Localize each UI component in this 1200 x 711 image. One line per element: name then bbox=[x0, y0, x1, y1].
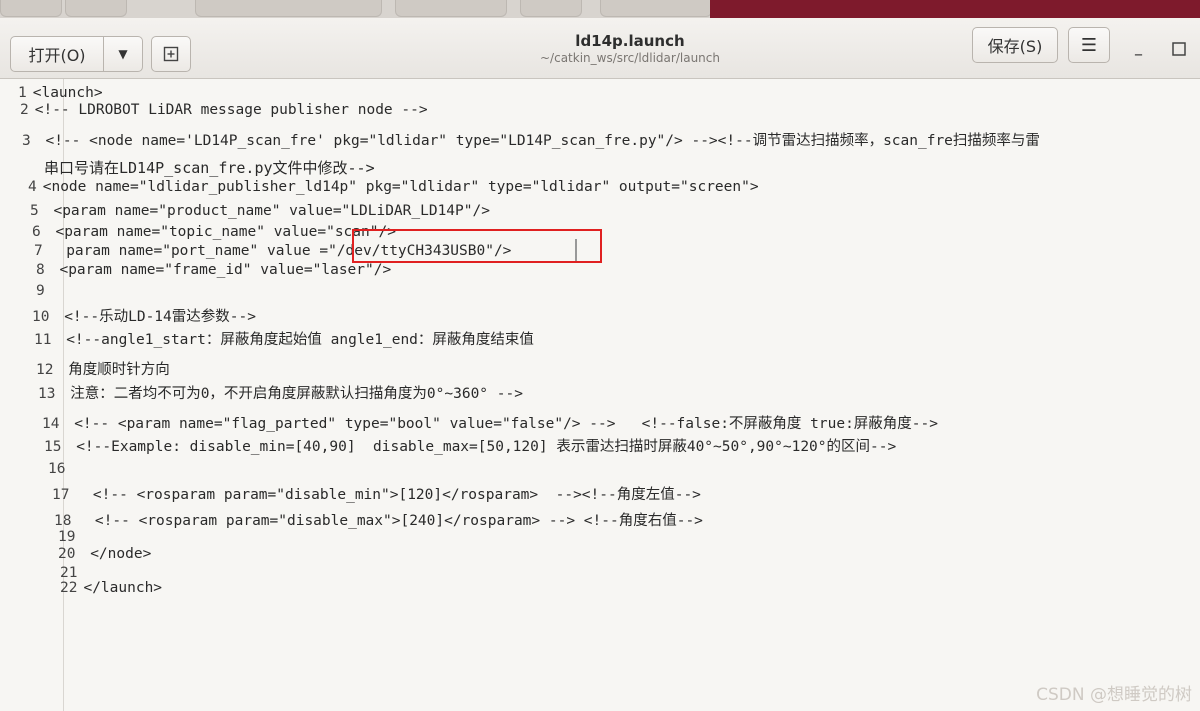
maximize-icon[interactable] bbox=[1172, 40, 1186, 61]
code-line: 9 bbox=[36, 283, 45, 299]
window-title-area: ld14p.launch ~/catkin_ws/src/ldlidar/lau… bbox=[480, 32, 780, 65]
save-button[interactable]: 保存(S) bbox=[972, 27, 1058, 63]
new-document-button[interactable] bbox=[151, 36, 191, 72]
open-button[interactable]: 打开(O) bbox=[10, 36, 104, 72]
code-line: 22 </launch> bbox=[60, 580, 163, 596]
hamburger-menu-button[interactable]: ☰ bbox=[1068, 27, 1110, 63]
code-line: 18 <!-- <rosparam param="disable_max">[2… bbox=[54, 513, 703, 529]
text-editor[interactable]: 1 <launch> 2 <!-- LDROBOT LiDAR message pu… bbox=[0, 79, 1200, 711]
code-line: 17 <!-- <rosparam param="disable_min">[1… bbox=[52, 487, 701, 503]
code-line: 16 bbox=[48, 461, 66, 477]
highlight-annotation-box bbox=[352, 229, 602, 263]
header-bar: 打开(O) ▼ ld14p.launch ~/catkin_ws/src/ldl… bbox=[0, 18, 1200, 79]
background-tab bbox=[65, 0, 127, 17]
watermark: CSDN @想睡觉的树 bbox=[1036, 685, 1192, 705]
save-button-label: 保存(S) bbox=[987, 37, 1043, 56]
code-line: 4 <node name="ldlidar_publisher_ld14p" pk… bbox=[28, 179, 759, 195]
code-line: 14 <!-- <param name="flag_parted" type="… bbox=[42, 416, 938, 432]
code-line: 12 角度顺时针方向 bbox=[36, 362, 170, 378]
text-cursor bbox=[575, 239, 577, 261]
code-line: 1 <launch> bbox=[18, 85, 103, 101]
code-line: 20 </node> bbox=[58, 546, 152, 562]
minimize-icon[interactable]: – bbox=[1134, 44, 1143, 65]
window-title: ld14p.launch bbox=[575, 32, 685, 50]
code-line: 2 <!-- LDROBOT LiDAR message publisher no… bbox=[20, 102, 428, 118]
top-window-strip bbox=[0, 0, 1200, 20]
code-line: 19 bbox=[58, 529, 76, 545]
code-line: 13 注意：二者均不可为0，不开启角度屏蔽默认扫描角度为0°~360° --> bbox=[38, 386, 523, 402]
code-line: 11 <!--angle1_start：屏蔽角度起始值 angle1_end：屏… bbox=[34, 332, 534, 348]
background-tab bbox=[600, 0, 712, 17]
code-line: 10 <!--乐动LD-14雷达参数--> bbox=[32, 309, 256, 325]
chevron-down-icon: ▼ bbox=[118, 47, 128, 61]
open-menu-button[interactable]: ▼ bbox=[103, 36, 143, 72]
code-line: 6 <param name="topic_name" value="scan"/… bbox=[32, 224, 396, 240]
new-tab-icon bbox=[163, 46, 179, 62]
background-tab bbox=[0, 0, 62, 17]
code-line: 21 bbox=[60, 565, 78, 581]
code-line: 3 <!-- <node name='LD14P_scan_fre' pkg="… bbox=[22, 133, 1040, 149]
code-line-wrapped: 串口号请在LD14P_scan_fre.py文件中修改--> bbox=[44, 159, 375, 177]
code-line: 15 <!--Example: disable_min=[40,90] disa… bbox=[44, 439, 897, 455]
code-line: 8 <param name="frame_id" value="laser"/> bbox=[36, 262, 392, 278]
file-path: ~/catkin_ws/src/ldlidar/launch bbox=[540, 51, 720, 65]
code-line: 5 <param name="product_name" value="LDLi… bbox=[30, 203, 490, 219]
desktop-background bbox=[710, 0, 1200, 20]
background-tab bbox=[195, 0, 382, 17]
hamburger-icon: ☰ bbox=[1080, 34, 1098, 56]
background-tab bbox=[395, 0, 507, 17]
open-button-label: 打开(O) bbox=[28, 46, 86, 65]
background-tab bbox=[520, 0, 582, 17]
